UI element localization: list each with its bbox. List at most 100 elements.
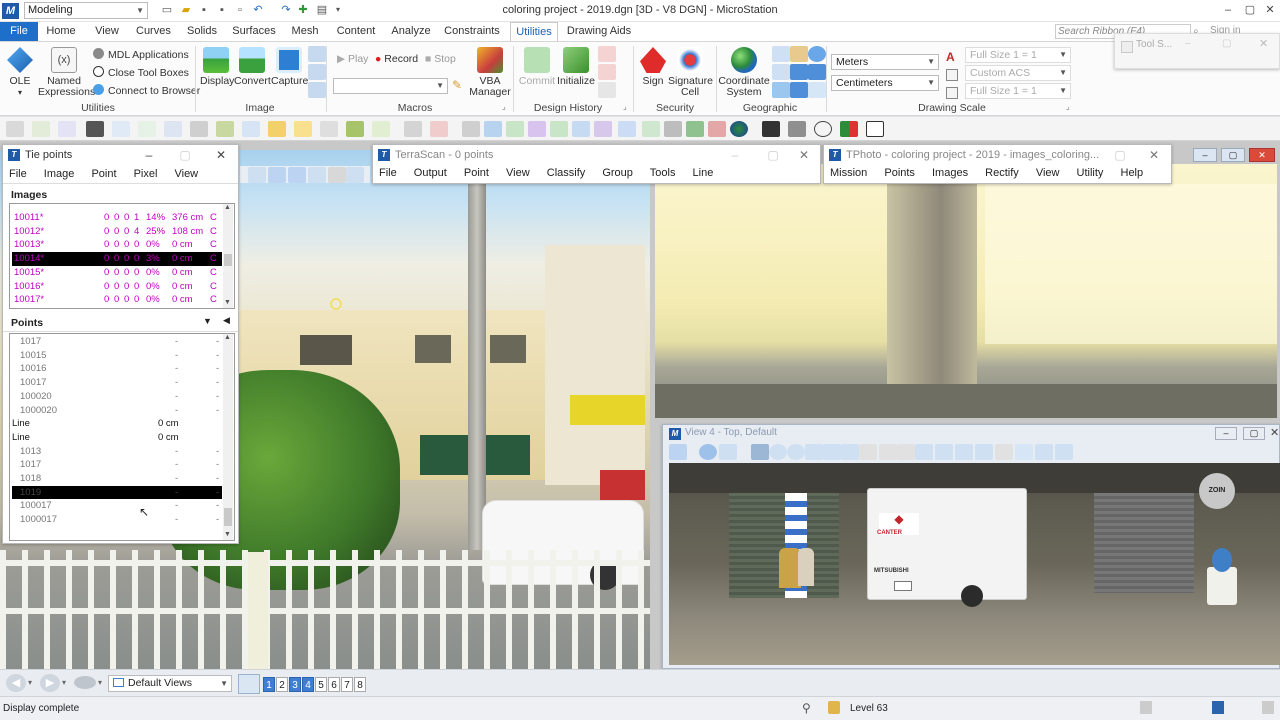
commit-button[interactable]: Commit [518, 47, 556, 87]
annotation-scale-select[interactable]: Full Size 1 = 1 ▼ [965, 47, 1071, 63]
point-row[interactable]: 1017 - - [12, 458, 222, 472]
display-button[interactable]: Display [200, 47, 234, 87]
vba-manager-button[interactable]: VBA Manager [469, 47, 511, 98]
scroll-thumb[interactable] [224, 254, 232, 266]
forward-icon[interactable]: ▶ [40, 674, 60, 692]
tphoto-tool-icon[interactable] [708, 121, 726, 137]
status-icon[interactable] [1212, 701, 1224, 714]
tab-file[interactable]: File [0, 22, 38, 41]
status-icon[interactable] [1262, 701, 1274, 714]
terrascan-tool-icon[interactable] [216, 121, 234, 137]
view-tphoto-window[interactable] [655, 164, 1277, 418]
back-icon[interactable]: ◀ [6, 674, 26, 692]
image-row[interactable]: 10016* 0 0 0 0 0% 0 cm C [12, 280, 222, 294]
on-off-tool-icon[interactable] [840, 121, 858, 137]
rectangle-tool-icon[interactable] [866, 121, 884, 137]
camera-tool-icon[interactable] [762, 121, 780, 137]
image-option-icon[interactable] [308, 82, 326, 98]
scroll-thumb[interactable] [224, 508, 232, 526]
convert-button[interactable]: Convert [234, 47, 271, 87]
history-option-icon[interactable] [598, 82, 616, 98]
maximize-icon[interactable]: ▢ [1112, 147, 1128, 163]
tab-curves[interactable]: Curves [136, 22, 171, 41]
view-tool-icon[interactable] [346, 167, 364, 183]
scale-icon[interactable] [946, 87, 958, 99]
view-1-toggle[interactable]: 1 [263, 677, 275, 692]
fit-view-icon[interactable] [823, 444, 841, 460]
snap-mode-icon[interactable]: ⚲ [802, 701, 811, 715]
signature-cell-button[interactable]: Signature Cell [668, 47, 713, 98]
geo-option-icon[interactable] [808, 82, 826, 98]
play-macro-button[interactable]: ▶ Play [337, 53, 368, 65]
terrascan-tool-icon[interactable] [320, 121, 338, 137]
view-tool-icon[interactable] [995, 444, 1013, 460]
dialog-launcher-icon[interactable]: ⌟ [623, 102, 627, 111]
point-row[interactable]: 10015 - - [12, 349, 222, 363]
annotation-scale-icon[interactable]: A [946, 50, 955, 64]
window-area-icon[interactable] [805, 444, 823, 460]
tphoto-tool-icon[interactable] [572, 121, 590, 137]
minimize-icon[interactable]: – [1193, 148, 1217, 162]
image-row[interactable]: 10014* 0 0 0 0 3% 0 cm C [12, 252, 222, 266]
minimize-icon[interactable]: – [727, 147, 743, 163]
menu-classify[interactable]: Classify [547, 167, 586, 179]
image-option-icon[interactable] [308, 46, 326, 62]
close-icon[interactable]: ✕ [1249, 148, 1275, 162]
macro-select[interactable]: ▼ [333, 78, 448, 94]
acs-select[interactable]: Custom ACS ▼ [965, 65, 1071, 81]
terrascan-tool-icon[interactable] [430, 121, 448, 137]
terrascan-tool-icon[interactable] [268, 121, 286, 137]
menu-image[interactable]: Image [44, 168, 75, 180]
view-tool-icon[interactable] [308, 167, 326, 183]
menu-pixel[interactable]: Pixel [134, 168, 158, 180]
tphoto-tool-icon[interactable] [484, 121, 502, 137]
tphoto-tool-icon[interactable] [664, 121, 682, 137]
view-tool-icon[interactable] [897, 444, 915, 460]
terrascan-tool-icon[interactable] [346, 121, 364, 137]
images-scrollbar[interactable]: ▲ ▼ [223, 204, 233, 308]
minimize-icon[interactable]: – [1074, 147, 1090, 163]
menu-mission[interactable]: Mission [830, 167, 867, 179]
view-tool-icon[interactable] [268, 167, 286, 183]
geo-option-icon[interactable] [790, 64, 808, 80]
view-4-photo[interactable]: ZOIN ◆ CANTER MITSUBISHI [669, 463, 1280, 665]
view-8-toggle[interactable]: 8 [354, 677, 366, 692]
points-scrollbar[interactable]: ▲ ▼ [223, 334, 233, 540]
view-tool-icon[interactable] [1055, 444, 1073, 460]
named-expressions-button[interactable]: (x) Named Expressions [38, 47, 95, 98]
saved-view-icon[interactable] [74, 676, 96, 689]
chevron-down-icon[interactable]: ▼ [224, 299, 231, 306]
chevron-down-icon[interactable]: ▾ [98, 678, 102, 687]
sign-button[interactable]: Sign [638, 47, 668, 87]
image-row[interactable]: 10017* 0 0 0 0 0% 0 cm C [12, 293, 222, 307]
view-tool-icon[interactable] [719, 444, 737, 460]
circle-tool-icon[interactable] [814, 121, 832, 137]
point-row[interactable]: 10017 - - [12, 376, 222, 390]
point-row[interactable]: Line 0 cm [12, 431, 222, 445]
point-row[interactable]: 1018 - - [12, 472, 222, 486]
element-selection-icon[interactable] [6, 121, 24, 137]
tphoto-tool-icon[interactable] [788, 121, 806, 137]
coordinate-system-button[interactable]: Coordinate System [718, 47, 770, 98]
geo-option-icon[interactable] [772, 82, 790, 98]
point-row[interactable]: 10016 - - [12, 362, 222, 376]
drawing-scale-select[interactable]: Full Size 1 = 1 ▼ [965, 83, 1071, 99]
active-level[interactable]: Level 63 [850, 703, 888, 714]
menu-point[interactable]: Point [464, 167, 489, 179]
tphoto-tool-icon[interactable] [462, 121, 480, 137]
menu-point[interactable]: Point [91, 168, 116, 180]
view-previous-icon[interactable] [915, 444, 933, 460]
image-option-icon[interactable] [308, 64, 326, 80]
close-icon[interactable]: ✕ [1261, 3, 1279, 17]
collapse-left-icon[interactable]: ◀ [223, 315, 230, 326]
view-attributes-icon[interactable] [669, 444, 687, 460]
menu-output[interactable]: Output [414, 167, 447, 179]
view-7-toggle[interactable]: 7 [341, 677, 353, 692]
attributes-icon[interactable] [164, 121, 182, 137]
connect-to-browser-button[interactable]: Connect to Browser [93, 84, 200, 97]
tab-home[interactable]: Home [44, 22, 78, 41]
tab-analyze[interactable]: Analyze [389, 22, 433, 41]
level-manager-icon[interactable] [190, 121, 208, 137]
terrascan-tool-icon[interactable] [404, 121, 422, 137]
terrascan-tool-icon[interactable] [294, 121, 312, 137]
